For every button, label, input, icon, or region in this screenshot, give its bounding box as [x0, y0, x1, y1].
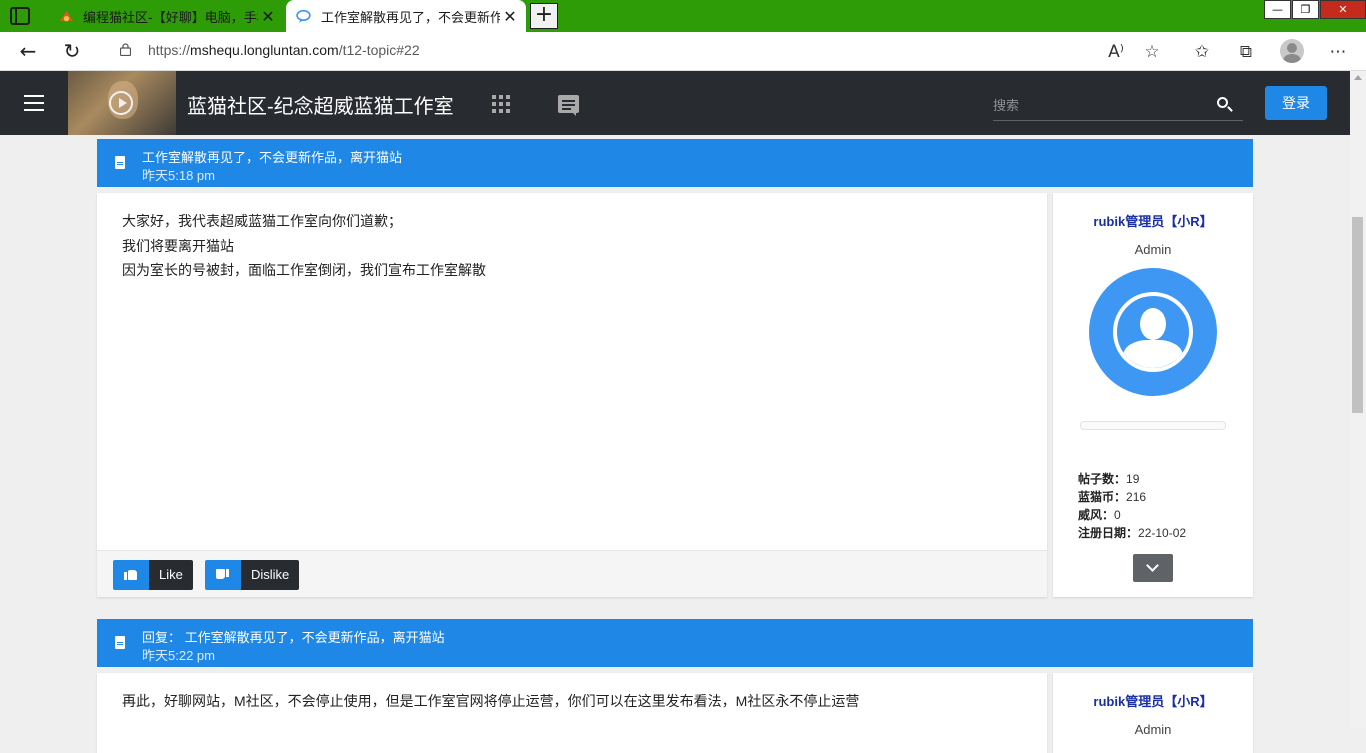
tab-close-icon[interactable]: ✕: [500, 7, 520, 26]
post-line: 大家好，我代表超威蓝猫工作室向你们道歉；: [122, 213, 402, 229]
restore-icon[interactable]: ❐: [1292, 0, 1319, 19]
author-name[interactable]: rubik管理员【小R】: [1053, 211, 1253, 230]
tab-close-icon[interactable]: ✕: [258, 7, 278, 26]
reputation-bar: [1080, 421, 1226, 430]
author-role: Admin: [1134, 722, 1172, 737]
favorites-icon[interactable]: ✩: [1190, 40, 1214, 64]
url-text: https://mshequ.longluntan.com/t12-topic#…: [148, 42, 420, 58]
site-logo[interactable]: [68, 71, 176, 135]
tab-title: 工作室解散再见了，不会更新作品: [321, 10, 500, 26]
add-favorite-icon[interactable]: ☆: [1140, 40, 1164, 64]
default-user-icon: [1113, 292, 1193, 372]
new-tab-button[interactable]: +: [530, 3, 558, 29]
page-scrollbar[interactable]: [1350, 71, 1366, 728]
menu-hamburger-icon[interactable]: [24, 95, 44, 111]
lock-icon: [120, 43, 131, 56]
post-time: 昨天5:22 pm: [142, 648, 215, 663]
post-header: 工作室解散再见了，不会更新作品，离开猫站 昨天5:18 pm: [97, 139, 1253, 187]
post-header: 回复： 工作室解散再见了，不会更新作品，离开猫站 昨天5:22 pm: [97, 619, 1253, 667]
scroll-thumb[interactable]: [1352, 217, 1363, 413]
post-line: 再此，好聊网站，M社区，不会停止使用，但是工作室官网将停止运营，你们可以在这里发…: [122, 693, 860, 709]
document-icon: [115, 156, 125, 169]
window-close-icon[interactable]: ✕: [1320, 0, 1366, 19]
search-box: [993, 91, 1243, 121]
login-button[interactable]: 登录: [1265, 86, 1327, 120]
dislike-label: Dislike: [241, 560, 300, 590]
post-time: 昨天5:18 pm: [142, 168, 215, 183]
tab-actions-icon[interactable]: [10, 7, 30, 25]
search-icon[interactable]: [1217, 97, 1228, 108]
url-path: /t12-topic#22: [338, 42, 420, 58]
post-footer: Like Dislike: [97, 550, 1047, 597]
thumbs-up-icon: [124, 569, 137, 580]
collections-icon[interactable]: ⧉: [1234, 40, 1258, 64]
dislike-button[interactable]: Dislike: [205, 560, 300, 590]
chat-icon[interactable]: [558, 95, 579, 116]
stat-posts: 帖子数：19: [1078, 472, 1140, 486]
minimize-icon[interactable]: —: [1264, 0, 1291, 19]
post-body: 再此，好聊网站，M社区，不会停止使用，但是工作室官网将停止运营，你们可以在这里发…: [97, 673, 1047, 753]
post-title[interactable]: 回复： 工作室解散再见了，不会更新作品，离开猫站: [142, 627, 445, 646]
profile-avatar-icon[interactable]: [1280, 39, 1304, 63]
browser-toolbar: ← ↻ https://mshequ.longluntan.com/t12-to…: [0, 32, 1366, 71]
apps-grid-icon[interactable]: [492, 95, 510, 113]
read-aloud-icon[interactable]: A⁾: [1104, 40, 1128, 64]
post-line: 因为室长的号被封，面临工作室倒闭，我们宣布工作室解散: [122, 262, 486, 278]
browser-tab-1[interactable]: 编程猫社区-【好聊】电脑，手机 ✕: [48, 0, 284, 32]
back-arrow-icon[interactable]: ←: [16, 40, 40, 64]
post-line: 我们将要离开猫站: [122, 237, 234, 254]
like-button[interactable]: Like: [113, 560, 193, 590]
post-content: 大家好，我代表超威蓝猫工作室向你们道歉； 我们将要离开猫站 因为室长的号被封，面…: [97, 193, 1047, 299]
url-host: mshequ.longluntan.com: [190, 42, 339, 58]
like-label: Like: [149, 560, 193, 590]
author-name[interactable]: rubik管理员【小R】: [1053, 691, 1253, 710]
author-card: rubik管理员【小R】 Admin 帖子数：19 蓝猫币：216 威风：0 注…: [1053, 193, 1253, 597]
window-controls: — ❐ ✕: [1263, 0, 1366, 20]
author-stats: 帖子数：19 蓝猫币：216 威风：0 注册日期：22-10-02: [1078, 470, 1253, 542]
thumbs-down-icon: [216, 569, 229, 580]
post-title[interactable]: 工作室解散再见了，不会更新作品，离开猫站: [142, 147, 402, 166]
refresh-icon[interactable]: ↻: [60, 40, 84, 64]
author-card: rubik管理员【小R】 Admin: [1053, 673, 1253, 753]
site-title[interactable]: 蓝猫社区-纪念超威蓝猫工作室: [187, 90, 454, 119]
play-icon: [109, 91, 133, 115]
chevron-down-icon[interactable]: [1133, 554, 1173, 582]
browser-tab-bar: 编程猫社区-【好聊】电脑，手机 ✕ 工作室解散再见了，不会更新作品 ✕ + — …: [0, 0, 1366, 32]
address-bar[interactable]: https://mshequ.longluntan.com/t12-topic#…: [100, 35, 1180, 67]
stat-prestige: 威风：0: [1078, 508, 1121, 522]
scroll-up-icon[interactable]: [1354, 75, 1362, 80]
document-icon: [115, 636, 125, 649]
stat-coins: 蓝猫币：216: [1078, 490, 1147, 504]
site-favicon-icon: [60, 10, 73, 21]
browser-tab-2-active[interactable]: 工作室解散再见了，不会更新作品 ✕: [286, 0, 526, 32]
chat-favicon-icon: [296, 9, 311, 23]
search-input[interactable]: [993, 91, 1203, 119]
post-body: 大家好，我代表超威蓝猫工作室向你们道歉； 我们将要离开猫站 因为室长的号被封，面…: [97, 193, 1047, 597]
post-content: 再此，好聊网站，M社区，不会停止使用，但是工作室官网将停止运营，你们可以在这里发…: [97, 673, 1047, 730]
stat-join-date: 注册日期：22-10-02: [1078, 526, 1187, 540]
site-header: 蓝猫社区-纪念超威蓝猫工作室 登录: [0, 71, 1350, 135]
more-options-icon[interactable]: ⋯: [1326, 40, 1350, 64]
tab-title: 编程猫社区-【好聊】电脑，手机: [83, 10, 258, 26]
author-role: Admin: [1134, 242, 1172, 257]
author-avatar[interactable]: [1089, 268, 1217, 396]
url-protocol: https://: [148, 42, 191, 58]
